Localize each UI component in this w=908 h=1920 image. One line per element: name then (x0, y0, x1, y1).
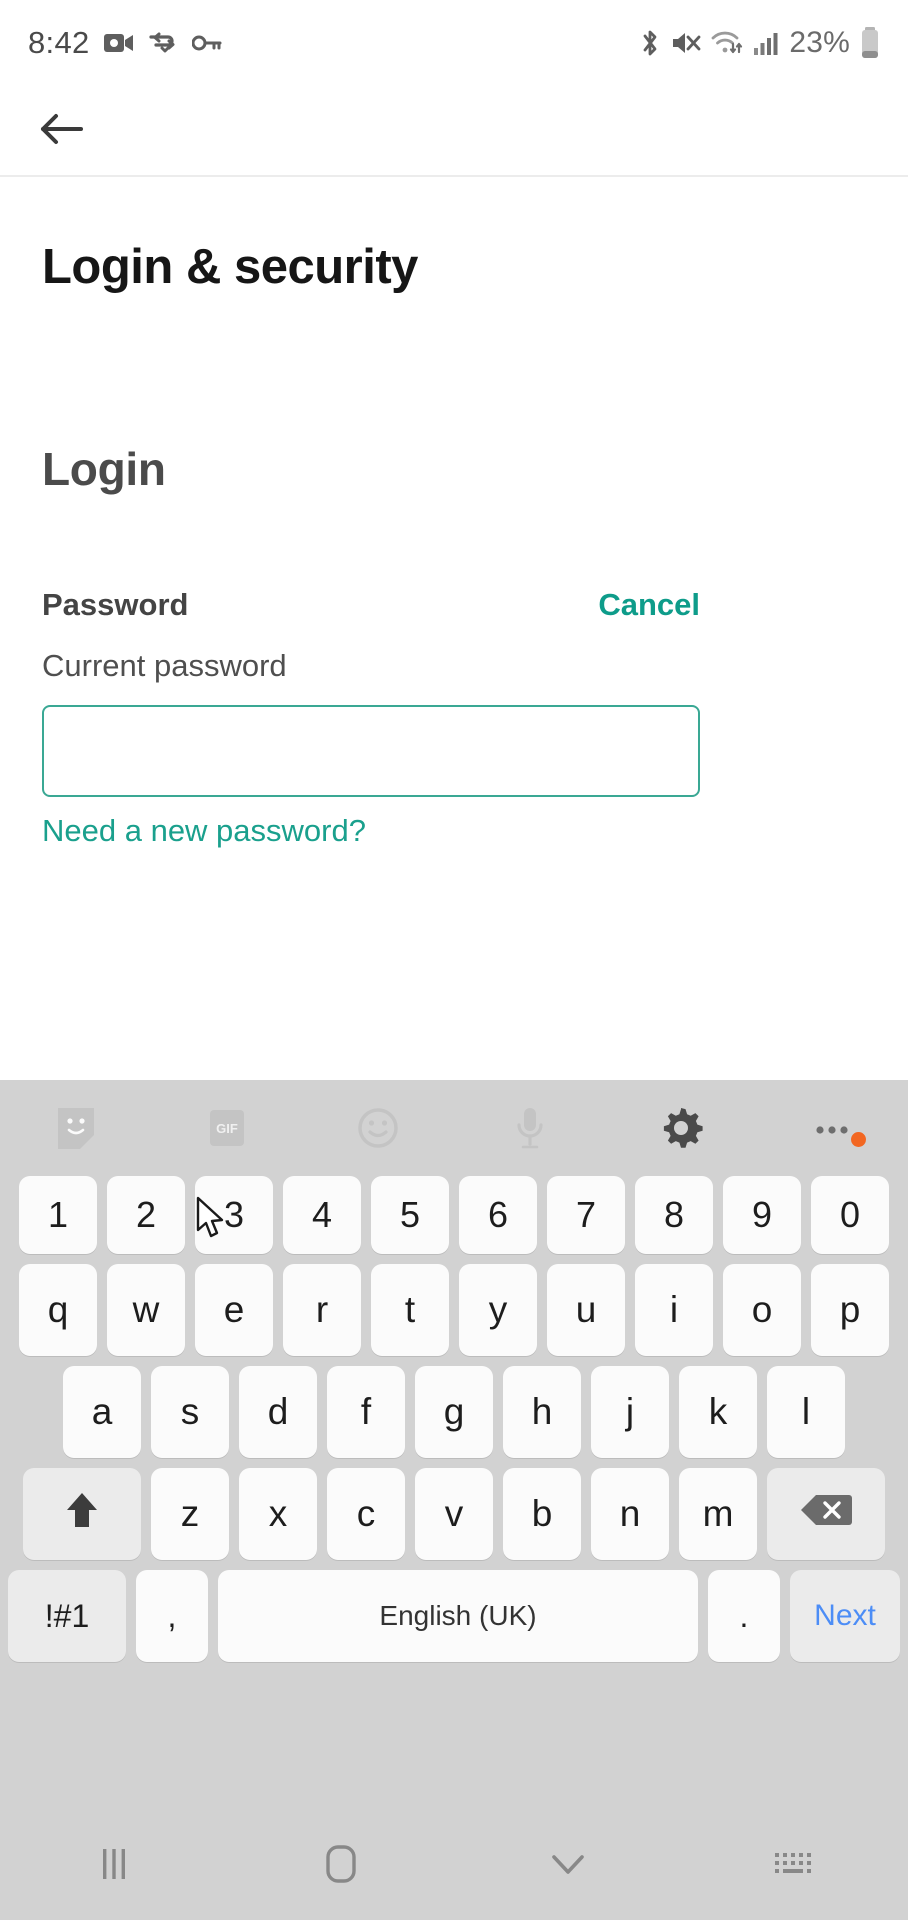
phone-screen: 8:42 23% Login & security Login Password… (0, 0, 908, 1920)
key-t[interactable]: t (371, 1264, 449, 1356)
gif-icon[interactable]: GIF (151, 1105, 302, 1151)
sticker-icon[interactable] (0, 1105, 151, 1151)
page-title: Login & security (42, 240, 418, 294)
keyboard-row-qwerty: q w e r t y u i o p (0, 1264, 908, 1356)
password-field-header: Password Cancel (42, 587, 700, 623)
current-password-label: Current password (42, 648, 287, 683)
backspace-key[interactable] (767, 1468, 885, 1560)
vpn-icon (148, 31, 178, 55)
status-bar-left: 8:42 (0, 25, 222, 61)
key-g[interactable]: g (415, 1366, 493, 1458)
password-label: Password (42, 587, 189, 622)
status-bar: 8:42 23% (0, 0, 908, 86)
key-l[interactable]: l (767, 1366, 845, 1458)
keyboard: GIF 1 2 3 4 5 6 7 8 9 0 q w e r t y u i … (0, 1080, 908, 1812)
keyboard-row-numbers: 1 2 3 4 5 6 7 8 9 0 (0, 1176, 908, 1254)
battery-icon (860, 27, 880, 59)
key-8[interactable]: 8 (635, 1176, 713, 1254)
wifi-icon (711, 30, 743, 56)
keyboard-toolbar: GIF (0, 1080, 908, 1176)
content-area: Login & security Login Password Cancel C… (0, 177, 908, 1080)
key-u[interactable]: u (547, 1264, 625, 1356)
cancel-button[interactable]: Cancel (598, 587, 700, 623)
key-b[interactable]: b (503, 1468, 581, 1560)
key-k[interactable]: k (679, 1366, 757, 1458)
key-d[interactable]: d (239, 1366, 317, 1458)
mute-icon (671, 30, 701, 56)
next-key[interactable]: Next (790, 1570, 900, 1662)
recents-button[interactable] (0, 1843, 227, 1890)
keyboard-row-zxcvbnm: z x c v b n m (0, 1468, 908, 1560)
notification-badge (850, 1132, 866, 1147)
key-o[interactable]: o (723, 1264, 801, 1356)
shift-key[interactable] (23, 1468, 141, 1560)
need-new-password-link[interactable]: Need a new password? (42, 813, 366, 849)
key-m[interactable]: m (679, 1468, 757, 1560)
key-w[interactable]: w (107, 1264, 185, 1356)
back-arrow-icon (37, 110, 85, 153)
key-r[interactable]: r (283, 1264, 361, 1356)
settings-gear-icon[interactable] (605, 1102, 756, 1154)
key-3[interactable]: 3 (195, 1176, 273, 1254)
video-camera-icon (103, 32, 134, 54)
keyboard-row-bottom: !#1 , English (UK) . Next (0, 1570, 908, 1662)
backspace-icon (799, 1491, 853, 1538)
key-f[interactable]: f (327, 1366, 405, 1458)
key-v[interactable]: v (415, 1468, 493, 1560)
section-title-login: Login (42, 443, 166, 495)
svg-text:GIF: GIF (216, 1121, 238, 1136)
keyboard-row-home: a s d f g h j k l (0, 1366, 908, 1458)
key-j[interactable]: j (591, 1366, 669, 1458)
back-button[interactable] (30, 100, 92, 162)
home-icon (319, 1841, 363, 1892)
key-c[interactable]: c (327, 1468, 405, 1560)
key-e[interactable]: e (195, 1264, 273, 1356)
shift-arrow-icon (63, 1489, 101, 1540)
key-p[interactable]: p (811, 1264, 889, 1356)
microphone-icon[interactable] (454, 1103, 605, 1153)
bluetooth-icon (639, 28, 661, 58)
key-6[interactable]: 6 (459, 1176, 537, 1254)
home-button[interactable] (227, 1841, 454, 1892)
app-bar (0, 86, 908, 176)
key-y[interactable]: y (459, 1264, 537, 1356)
key-4[interactable]: 4 (283, 1176, 361, 1254)
key-7[interactable]: 7 (547, 1176, 625, 1254)
emoji-icon[interactable] (303, 1104, 454, 1152)
key-5[interactable]: 5 (371, 1176, 449, 1254)
key-s[interactable]: s (151, 1366, 229, 1458)
key-h[interactable]: h (503, 1366, 581, 1458)
keyboard-switch-button[interactable] (681, 1847, 908, 1886)
key-a[interactable]: a (63, 1366, 141, 1458)
symbols-key[interactable]: !#1 (8, 1570, 126, 1662)
navigation-bar (0, 1812, 908, 1920)
status-time: 8:42 (28, 25, 90, 60)
key-1[interactable]: 1 (19, 1176, 97, 1254)
key-z[interactable]: z (151, 1468, 229, 1560)
key-n[interactable]: n (591, 1468, 669, 1560)
key-x[interactable]: x (239, 1468, 317, 1560)
key-9[interactable]: 9 (723, 1176, 801, 1254)
key-0[interactable]: 0 (811, 1176, 889, 1254)
hide-keyboard-icon (546, 1848, 590, 1885)
space-key[interactable]: English (UK) (218, 1570, 698, 1662)
battery-percent-label: 23% (789, 26, 850, 59)
key-icon (191, 34, 222, 52)
key-2[interactable]: 2 (107, 1176, 185, 1254)
recents-icon (94, 1843, 134, 1890)
status-bar-right: 23% (639, 26, 908, 60)
period-key[interactable]: . (708, 1570, 780, 1662)
cellular-signal-icon (753, 30, 779, 56)
keyboard-switch-icon (771, 1847, 819, 1886)
comma-key[interactable]: , (136, 1570, 208, 1662)
key-q[interactable]: q (19, 1264, 97, 1356)
key-i[interactable]: i (635, 1264, 713, 1356)
hide-keyboard-button[interactable] (454, 1848, 681, 1885)
more-options-icon[interactable] (757, 1118, 908, 1147)
current-password-input[interactable] (42, 705, 700, 797)
